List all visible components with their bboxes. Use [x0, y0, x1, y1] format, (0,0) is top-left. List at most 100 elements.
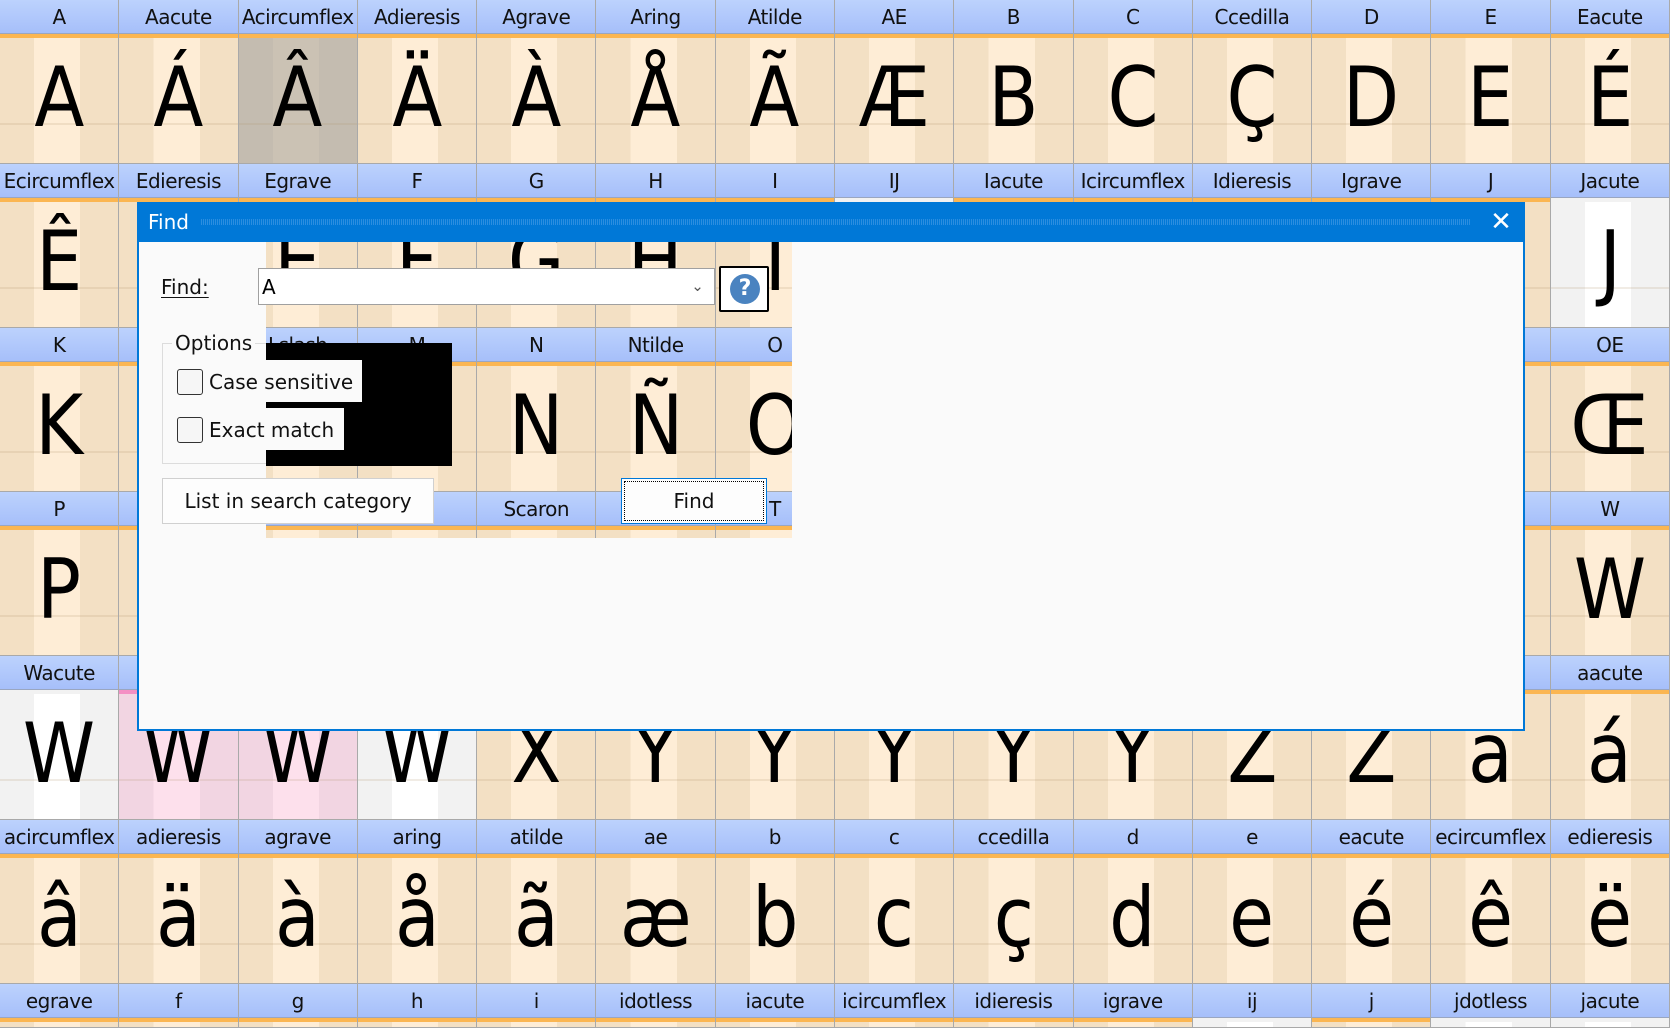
glyph-char: â	[36, 869, 82, 966]
glyph-preview: ë	[1550, 858, 1669, 984]
glyph-cell[interactable]: acircumflex â	[0, 820, 120, 984]
glyph-cell[interactable]: g	[238, 984, 358, 1028]
title-bar-pattern	[201, 219, 1471, 225]
glyph-preview: d	[1073, 858, 1192, 984]
glyph-cell[interactable]: idieresis	[954, 984, 1074, 1028]
glyph-name: Ccedilla	[1192, 0, 1312, 34]
glyph-char: æ	[619, 869, 692, 966]
glyph-cell[interactable]: ccedilla ç	[954, 820, 1074, 984]
glyph-preview: ç	[954, 858, 1073, 984]
glyph-cell[interactable]: jdotless	[1431, 984, 1551, 1028]
glyph-cell[interactable]: igrave	[1073, 984, 1193, 1028]
glyph-cell[interactable]: iacute	[715, 984, 835, 1028]
glyph-cell[interactable]: Acircumflex Â	[238, 0, 358, 164]
glyph-cell[interactable]: AE Æ	[835, 0, 955, 164]
glyph-cell[interactable]: PP	[0, 492, 120, 656]
question-icon: ?	[730, 274, 760, 304]
glyph-cell[interactable]: cc	[835, 820, 955, 984]
dialog-body-bottom	[266, 538, 792, 729]
glyph-cell[interactable]: icircumflex	[835, 984, 955, 1028]
glyph-preview: K	[0, 366, 119, 492]
glyph-cell[interactable]: Ecircumflex Ê	[0, 164, 120, 328]
glyph-cell[interactable]: Agrave À	[477, 0, 597, 164]
glyph-char: c	[874, 869, 915, 966]
glyph-cell[interactable]: Adieresis Ä	[357, 0, 478, 164]
case-sensitive-label[interactable]: Case sensitive	[209, 370, 353, 394]
glyph-preview	[1431, 1022, 1550, 1028]
help-button[interactable]: ?	[719, 266, 769, 312]
glyph-cell[interactable]: aring å	[357, 820, 478, 984]
glyph-cell[interactable]: eacute é	[1312, 820, 1432, 984]
find-combobox[interactable]: ⌄	[258, 268, 715, 305]
chevron-down-icon[interactable]: ⌄	[687, 273, 708, 300]
glyph-cell[interactable]: f	[119, 984, 239, 1028]
glyph-name: ij	[1192, 984, 1312, 1018]
glyph-cell[interactable]: ij	[1192, 984, 1313, 1028]
dialog-border-left	[137, 242, 139, 731]
glyph-cell[interactable]: adieresis ä	[119, 820, 239, 984]
glyph-cell[interactable]: ae æ	[596, 820, 716, 984]
glyph-char: À	[511, 49, 562, 146]
exact-match-checkbox[interactable]	[177, 417, 203, 443]
glyph-cell[interactable]: Aring Å	[596, 0, 716, 164]
glyph-cell[interactable]: Aacute Á	[119, 0, 239, 164]
glyph-cell[interactable]: Ccedilla Ç	[1192, 0, 1313, 164]
glyph-name: N	[477, 328, 596, 362]
glyph-cell[interactable]: aacute á	[1550, 656, 1670, 820]
glyph-cell[interactable]: Eacute É	[1550, 0, 1670, 164]
glyph-name: eacute	[1312, 820, 1431, 854]
glyph-preview: C	[1073, 38, 1192, 164]
glyph-cell[interactable]: i	[477, 984, 597, 1028]
glyph-cell[interactable]: dd	[1073, 820, 1193, 984]
glyph-cell[interactable]: NN	[477, 328, 597, 492]
dialog-title-bar[interactable]: Find ✕	[137, 202, 1525, 242]
glyph-cell[interactable]: j	[1312, 984, 1432, 1028]
glyph-cell[interactable]: Atilde Ã	[715, 0, 835, 164]
glyph-cell[interactable]: BB	[954, 0, 1074, 164]
glyph-cell[interactable]: agrave à	[238, 820, 358, 984]
glyph-cell[interactable]: CC	[1073, 0, 1193, 164]
glyph-cell[interactable]: Ntilde Ñ	[596, 328, 716, 492]
glyph-cell[interactable]: DD	[1312, 0, 1432, 164]
close-button[interactable]: ✕	[1486, 206, 1516, 238]
glyph-name: aring	[357, 820, 477, 854]
glyph-cell[interactable]: atilde ã	[477, 820, 597, 984]
glyph-cell[interactable]: bb	[715, 820, 835, 984]
glyph-char: b	[751, 869, 799, 966]
glyph-preview	[238, 1022, 357, 1028]
glyph-cell[interactable]: h	[357, 984, 478, 1028]
glyph-name: Atilde	[715, 0, 834, 34]
find-input[interactable]	[262, 272, 662, 301]
glyph-cell[interactable]: ecircumflex ê	[1431, 820, 1551, 984]
glyph-char: D	[1343, 49, 1400, 146]
glyph-cell[interactable]: KK	[0, 328, 120, 492]
glyph-cell[interactable]: jacute	[1550, 984, 1670, 1028]
glyph-cell[interactable]: egrave	[0, 984, 120, 1028]
list-in-search-category-button[interactable]: List in search category	[162, 478, 434, 524]
glyph-preview: é	[1312, 858, 1431, 984]
glyph-name: idotless	[596, 984, 715, 1018]
glyph-name: Ecircumflex	[0, 164, 119, 198]
glyph-char: ë	[1587, 869, 1633, 966]
glyph-name: acircumflex	[0, 820, 119, 854]
glyph-name: d	[1073, 820, 1192, 854]
exact-match-label[interactable]: Exact match	[209, 418, 334, 442]
glyph-preview: P	[0, 530, 119, 656]
glyph-cell[interactable]: EE	[1431, 0, 1551, 164]
find-button[interactable]: Find	[621, 478, 767, 524]
glyph-cell[interactable]: idotless	[596, 984, 716, 1028]
glyph-name: C	[1073, 0, 1192, 34]
glyph-cell[interactable]: Wacute W	[0, 656, 120, 820]
glyph-cell[interactable]: ee	[1192, 820, 1313, 984]
glyph-cell[interactable]: edieresis ë	[1550, 820, 1670, 984]
glyph-preview	[1192, 1022, 1312, 1028]
glyph-cell[interactable]: OE Œ	[1550, 328, 1670, 492]
glyph-cell[interactable]: Jacute J	[1550, 164, 1670, 328]
glyph-name: ae	[596, 820, 715, 854]
glyph-cell[interactable]: WW	[1550, 492, 1670, 656]
glyph-char: Â	[272, 49, 323, 146]
glyph-viewer: A A Aacute Á Acircumflex Â Adieresis Ä Agrave À Ar…	[0, 0, 1670, 1028]
case-sensitive-checkbox[interactable]	[177, 369, 203, 395]
glyph-char: W	[1573, 541, 1646, 638]
glyph-cell[interactable]: AA	[0, 0, 120, 164]
